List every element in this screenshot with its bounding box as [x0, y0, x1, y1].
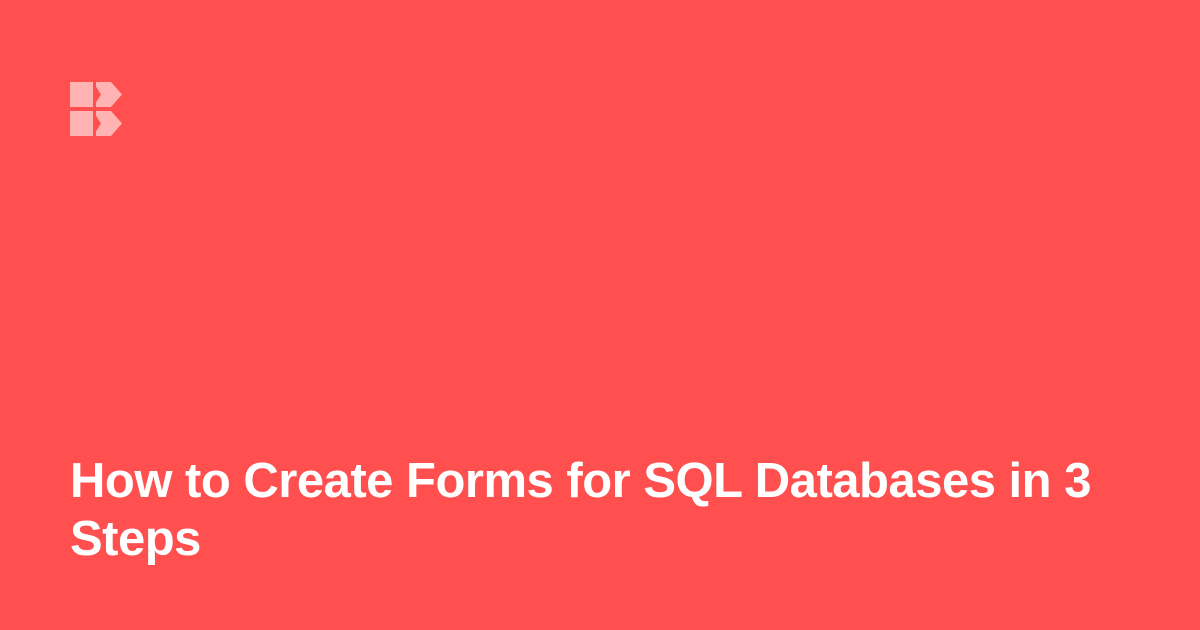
- article-title: How to Create Forms for SQL Databases in…: [70, 454, 1091, 566]
- budibase-logo-icon: [70, 82, 124, 136]
- social-share-card: How to Create Forms for SQL Databases in…: [0, 0, 1200, 630]
